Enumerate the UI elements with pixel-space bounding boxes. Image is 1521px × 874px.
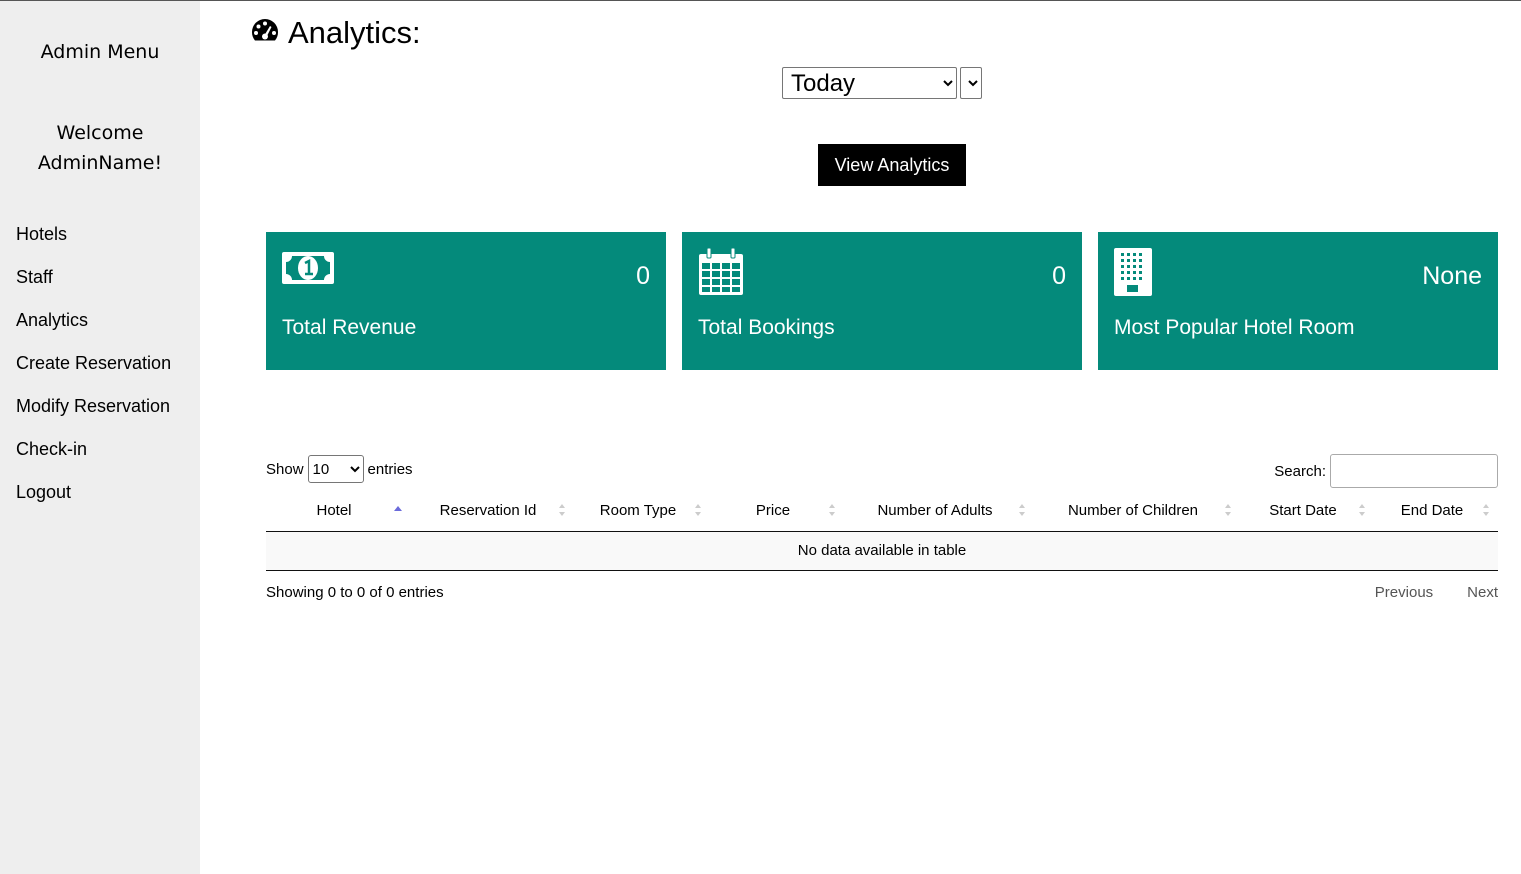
column-label: Room Type <box>599 501 677 519</box>
building-icon <box>1114 248 1152 301</box>
popular-room-card: None Most Popular Hotel Room <box>1098 232 1498 370</box>
column-label: Number of Adults <box>877 501 993 519</box>
sidebar-item-modify-reservation[interactable]: Modify Reservation <box>16 393 171 436</box>
money-bill-icon <box>282 248 334 291</box>
sort-icon <box>829 504 835 516</box>
sort-icon <box>695 504 701 516</box>
total-bookings-card: 0 Total Bookings <box>682 232 1082 370</box>
column-header-number-of-adults[interactable]: Number of Adults <box>844 490 1034 532</box>
column-label: End Date <box>1400 501 1464 519</box>
sidebar-item-logout[interactable]: Logout <box>16 479 171 522</box>
table-search: Search: <box>1274 454 1498 488</box>
page-title: Analytics: <box>250 15 421 51</box>
next-page-button[interactable]: Next <box>1467 584 1498 601</box>
page-length-select[interactable]: 10 <box>307 455 364 483</box>
admin-name: AdminName! <box>37 152 163 174</box>
column-header-reservation-id[interactable]: Reservation Id <box>410 490 574 532</box>
popular-room-value: None <box>1422 262 1482 290</box>
column-label: Start Date <box>1269 501 1337 519</box>
sort-icon <box>1483 504 1489 516</box>
column-header-room-type[interactable]: Room Type <box>574 490 710 532</box>
column-header-start-date[interactable]: Start Date <box>1240 490 1374 532</box>
sidebar-item-create-reservation[interactable]: Create Reservation <box>16 350 171 393</box>
column-header-number-of-children[interactable]: Number of Children <box>1034 490 1240 532</box>
total-revenue-label: Total Revenue <box>282 316 417 339</box>
table-info: Showing 0 to 0 of 0 entries <box>266 584 444 601</box>
total-revenue-value: 0 <box>636 262 650 290</box>
pagination: Previous Next <box>1375 584 1498 601</box>
sort-icon <box>1019 504 1025 516</box>
column-label: Hotel <box>316 501 352 519</box>
table-header-row: Hotel Reservation Id Room Type Price Num… <box>266 490 1498 532</box>
sort-icon <box>1359 504 1365 516</box>
sidebar-item-check-in[interactable]: Check-in <box>16 436 171 479</box>
column-header-end-date[interactable]: End Date <box>1374 490 1498 532</box>
sort-icon <box>559 504 565 516</box>
date-range-select[interactable]: Today <box>782 67 957 99</box>
sidebar-item-hotels[interactable]: Hotels <box>16 221 171 264</box>
tachometer-icon <box>250 15 280 51</box>
reservations-table: Hotel Reservation Id Room Type Price Num… <box>266 490 1498 571</box>
sort-ascending-icon <box>394 506 402 511</box>
sidebar: Admin Menu Welcome AdminName! Hotels Sta… <box>0 1 200 874</box>
total-bookings-label: Total Bookings <box>698 316 835 339</box>
show-label: Show <box>266 460 304 478</box>
column-header-hotel[interactable]: Hotel <box>266 490 410 532</box>
page-title-text: Analytics: <box>288 15 421 50</box>
calendar-icon <box>698 247 744 301</box>
column-header-price[interactable]: Price <box>710 490 844 532</box>
total-revenue-card: 0 Total Revenue <box>266 232 666 370</box>
column-label: Price <box>755 501 791 519</box>
search-input[interactable] <box>1330 454 1498 488</box>
empty-table-message: No data available in table <box>266 531 1498 571</box>
column-label: Reservation Id <box>439 501 537 519</box>
view-analytics-button[interactable]: View Analytics <box>818 144 966 186</box>
welcome-line: Welcome <box>56 122 144 144</box>
welcome-message: Welcome AdminName! <box>0 118 200 178</box>
sidebar-item-staff[interactable]: Staff <box>16 264 171 307</box>
total-bookings-value: 0 <box>1052 262 1066 290</box>
sidebar-nav: Hotels Staff Analytics Create Reservatio… <box>16 221 171 522</box>
popular-room-label: Most Popular Hotel Room <box>1114 316 1355 339</box>
entries-label: entries <box>367 460 413 478</box>
search-label: Search: <box>1274 462 1326 480</box>
column-label: Number of Children <box>1067 501 1199 519</box>
entries-length-control: Show 10 entries <box>266 455 413 483</box>
secondary-select[interactable] <box>960 67 982 99</box>
sort-icon <box>1225 504 1231 516</box>
table-row: No data available in table <box>266 531 1498 571</box>
sidebar-title: Admin Menu <box>40 41 160 63</box>
sidebar-item-analytics[interactable]: Analytics <box>16 307 171 350</box>
previous-page-button[interactable]: Previous <box>1375 584 1433 601</box>
